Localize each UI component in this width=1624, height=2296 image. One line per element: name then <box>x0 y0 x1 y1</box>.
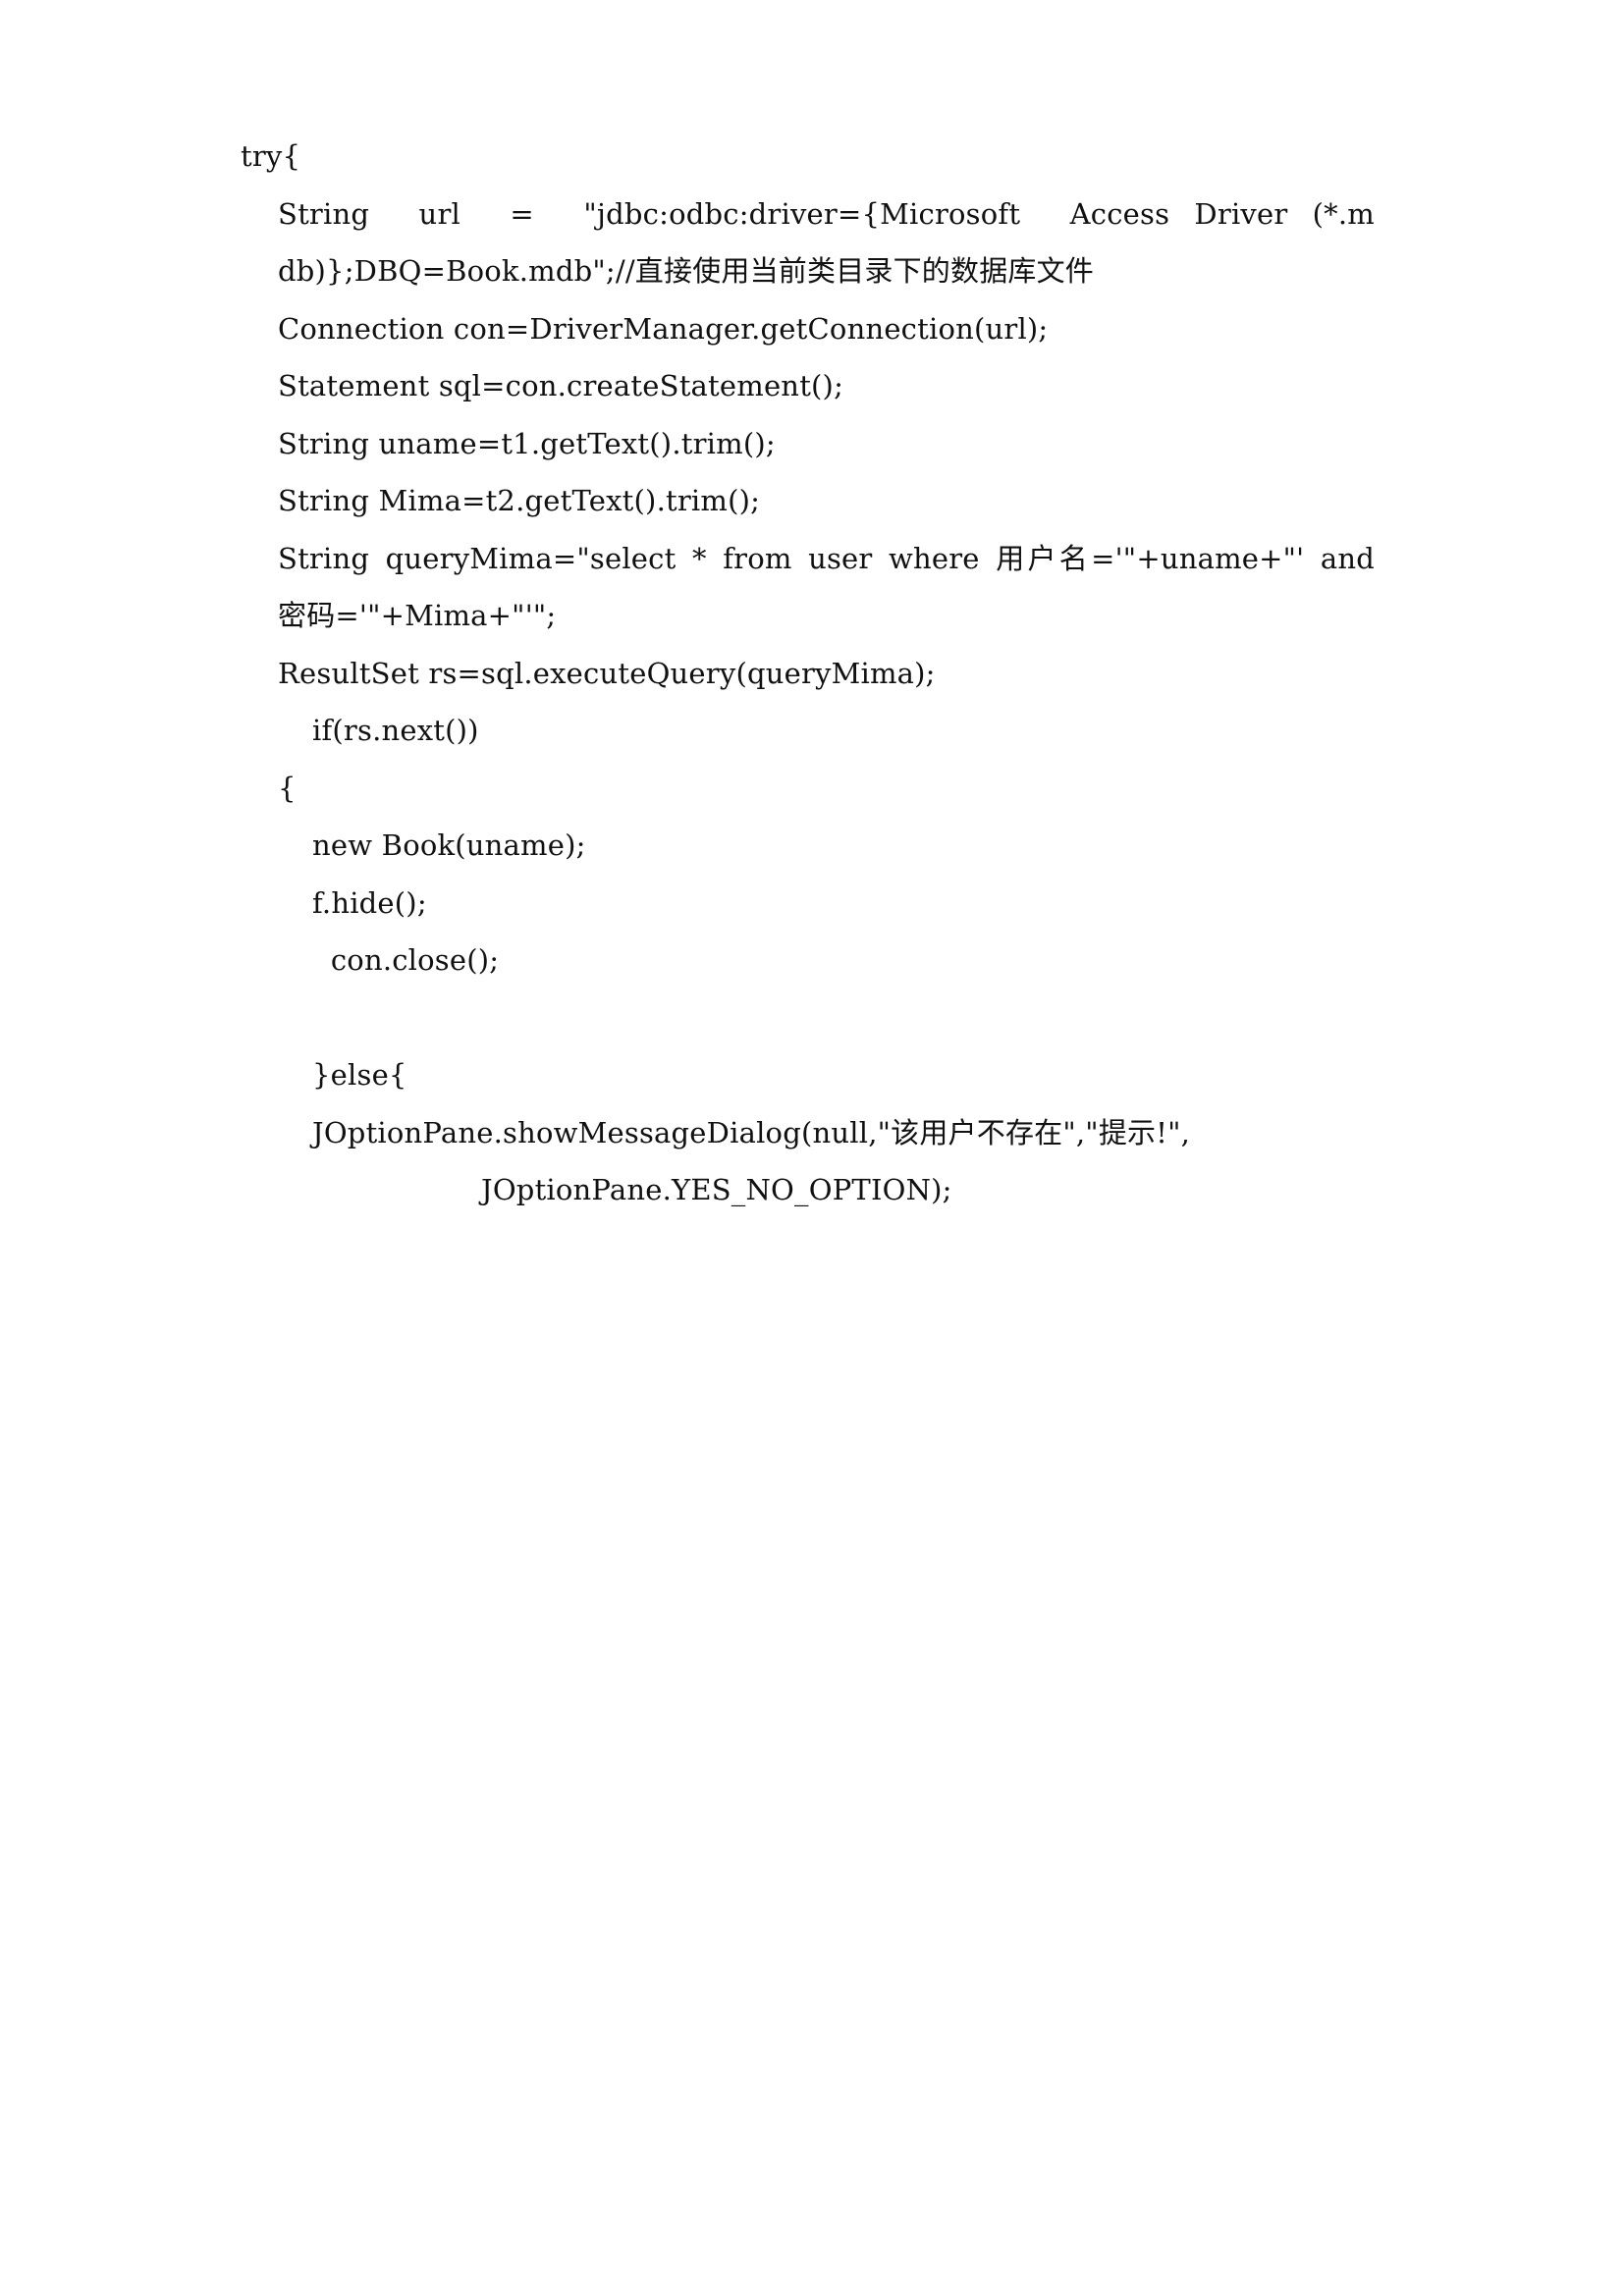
code-line-statement: Statement sql=con.createStatement(); <box>278 369 844 402</box>
code-line-yes-no-option: JOptionPane.YES_NO_OPTION); <box>481 1173 952 1206</box>
document-page: try{ String url = "jdbc:odbc:driver={Mic… <box>0 0 1624 2296</box>
code-line-show-message-dialog: JOptionPane.showMessageDialog(null,"该用户不… <box>312 1115 1191 1149</box>
code-line-try: try{ <box>241 139 301 173</box>
code-line-if-next: if(rs.next()) <box>312 714 479 747</box>
code-line-con-close: con.close(); <box>312 943 500 977</box>
code-line-new-book: new Book(uname); <box>312 828 586 862</box>
code-line-query-mima: String queryMima="select * from user whe… <box>278 541 1388 633</box>
code-line-resultset: ResultSet rs=sql.executeQuery(queryMima)… <box>278 656 936 690</box>
code-line-f-hide: f.hide(); <box>312 885 427 920</box>
code-line-url-declaration: String url = "jdbc:odbc:driver={Microsof… <box>278 196 1375 289</box>
code-line-else: }else{ <box>312 1058 407 1092</box>
code-line-connection: Connection con=DriverManager.getConnecti… <box>278 311 1049 346</box>
code-line-open-brace: { <box>278 771 297 805</box>
code-line-mima: String Mima=t2.getText().trim(); <box>278 484 761 517</box>
code-line-uname: String uname=t1.getText().trim(); <box>278 426 776 460</box>
document-text-body: try{ String url = "jdbc:odbc:driver={Mic… <box>162 128 1375 1219</box>
